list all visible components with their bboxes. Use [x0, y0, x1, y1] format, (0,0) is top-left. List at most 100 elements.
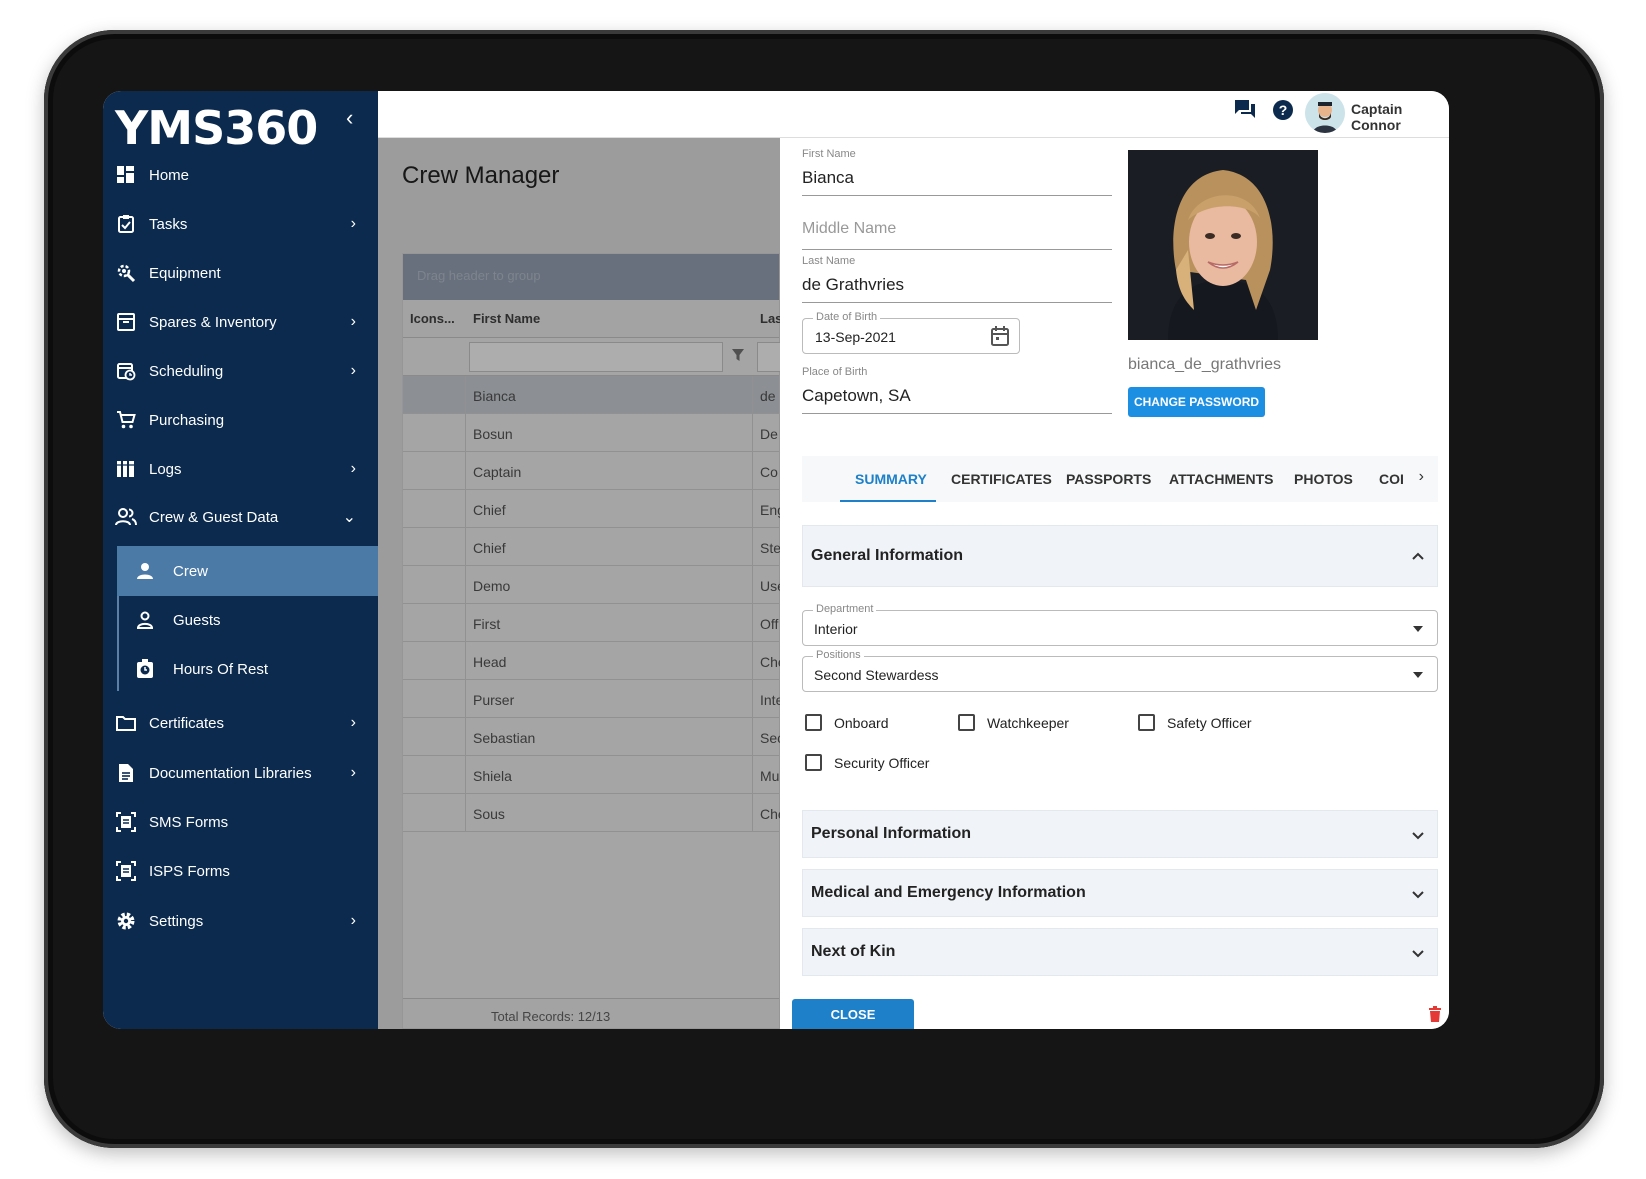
checkbox-box[interactable]: [805, 754, 822, 771]
books-icon: [103, 459, 143, 479]
form-icon: [103, 812, 143, 832]
sidebar-item-label: Certificates: [149, 714, 225, 732]
dashboard-icon: [103, 165, 143, 185]
sidebar-item-settings[interactable]: Settings ›: [103, 896, 378, 946]
dropdown-caret-icon: [1413, 672, 1423, 678]
sidebar-item-certificates[interactable]: Certificates ›: [103, 698, 378, 748]
chat-icon[interactable]: [1234, 99, 1256, 124]
personal-information-header[interactable]: Personal Information: [802, 810, 1438, 858]
sidebar-item-tasks[interactable]: Tasks ›: [103, 199, 378, 249]
avatar[interactable]: [1305, 93, 1345, 133]
last-name-field[interactable]: Last Name de Grathvries: [802, 255, 1112, 303]
checkbox-label: Watchkeeper: [987, 714, 1069, 731]
watchkeeper-checkbox[interactable]: Watchkeeper: [958, 714, 1069, 731]
app-logo: YMS360: [115, 101, 318, 155]
date-of-birth-field[interactable]: Date of Birth 13-Sep-2021: [802, 311, 1020, 354]
sidebar-item-label: Scheduling: [149, 362, 224, 380]
sidebar-item-label: Spares & Inventory: [149, 313, 277, 331]
delete-icon[interactable]: [1428, 1006, 1442, 1027]
sidebar-item-documentation-libraries[interactable]: Documentation Libraries ›: [103, 748, 378, 798]
field-label: Last Name: [802, 255, 856, 267]
person-outline-icon: [123, 611, 167, 629]
sidebar-item-isps-forms[interactable]: ISPS Forms: [103, 846, 378, 896]
sidebar-item-spares-inventory[interactable]: Spares & Inventory ›: [103, 297, 378, 347]
section-title: Next of Kin: [811, 943, 896, 960]
calendar-icon[interactable]: [991, 326, 1009, 351]
modal-overlay[interactable]: [378, 138, 780, 1029]
sidebar-item-sms-forms[interactable]: SMS Forms: [103, 797, 378, 847]
sidebar-item-label: ISPS Forms: [149, 862, 230, 880]
section-title: General Information: [811, 547, 964, 564]
cart-icon: [103, 410, 143, 430]
field-label: Positions: [813, 649, 864, 661]
checkbox-box[interactable]: [1138, 714, 1155, 731]
collapse-sidebar-icon[interactable]: ‹: [346, 105, 353, 131]
place-of-birth-value: Capetown, SA: [802, 386, 911, 405]
sidebar-item-scheduling[interactable]: Scheduling ›: [103, 346, 378, 396]
chevron-right-icon: ›: [350, 912, 356, 929]
first-name-value: Bianca: [802, 168, 854, 187]
department-select[interactable]: Department Interior: [802, 603, 1438, 646]
checkbox-box[interactable]: [805, 714, 822, 731]
sidebar-item-logs[interactable]: Logs ›: [103, 444, 378, 494]
sidebar-subitem-label: Guests: [173, 611, 221, 629]
onboard-checkbox[interactable]: Onboard: [805, 714, 888, 731]
clipboard-check-icon: [103, 214, 143, 234]
date-of-birth-value: 13-Sep-2021: [815, 329, 896, 345]
tab-passports[interactable]: PASSPORTS: [1066, 471, 1151, 487]
chevron-right-icon: ›: [350, 764, 356, 781]
stopwatch-icon: [123, 659, 167, 679]
sidebar-item-home[interactable]: Home: [103, 150, 378, 200]
tab-certificates[interactable]: CERTIFICATES: [951, 471, 1052, 487]
chevron-right-icon: ›: [350, 714, 356, 731]
sidebar-subitem-hours-of-rest[interactable]: Hours Of Rest: [117, 644, 378, 694]
sidebar-item-label: Documentation Libraries: [149, 764, 312, 782]
sidebar-item-crew-guest-data[interactable]: Crew & Guest Data ⌄: [103, 492, 378, 542]
chevron-down-icon: ⌄: [342, 509, 356, 526]
form-icon: [103, 861, 143, 881]
crew-photo[interactable]: [1128, 150, 1318, 340]
medical-emergency-information-header[interactable]: Medical and Emergency Information: [802, 869, 1438, 917]
safety-officer-checkbox[interactable]: Safety Officer: [1138, 714, 1252, 731]
sidebar-subitem-crew[interactable]: Crew: [117, 546, 378, 596]
sidebar-item-label: Settings: [149, 912, 204, 930]
document-icon: [103, 763, 143, 783]
sidebar-subitem-label: Hours Of Rest: [173, 660, 269, 678]
first-name-field[interactable]: First Name Bianca: [802, 148, 1112, 196]
middle-name-field[interactable]: Middle Name: [802, 210, 1112, 250]
checkbox-label: Onboard: [834, 714, 889, 731]
person-icon: [123, 562, 167, 580]
tab-photos[interactable]: PHOTOS: [1294, 471, 1353, 487]
place-of-birth-field[interactable]: Place of Birth Capetown, SA: [802, 366, 1112, 414]
positions-select[interactable]: Positions Second Stewardess: [802, 649, 1438, 692]
tab-bar: SUMMARY CERTIFICATES PASSPORTS ATTACHMEN…: [802, 456, 1438, 502]
next-of-kin-header[interactable]: Next of Kin: [802, 928, 1438, 976]
sidebar-item-equipment[interactable]: Equipment: [103, 248, 378, 298]
change-password-button[interactable]: CHANGE PASSWORD: [1128, 387, 1265, 417]
sidebar-subitem-guests[interactable]: Guests: [117, 595, 378, 645]
sidebar-item-label: Crew & Guest Data: [149, 508, 279, 526]
sidebar-item-purchasing[interactable]: Purchasing: [103, 395, 378, 445]
close-button[interactable]: CLOSE: [792, 999, 914, 1029]
gear-icon: [103, 911, 143, 931]
checkbox-box[interactable]: [958, 714, 975, 731]
top-bar: ? Captain Connor: [378, 91, 1449, 138]
help-icon[interactable]: ?: [1272, 99, 1294, 126]
field-label: First Name: [802, 148, 856, 160]
general-information-header[interactable]: General Information: [802, 525, 1438, 587]
sidebar-item-label: Logs: [149, 460, 182, 478]
tab-coi[interactable]: COI: [1379, 471, 1403, 487]
user-name[interactable]: Captain Connor: [1351, 101, 1449, 133]
section-title: Medical and Emergency Information: [811, 884, 1086, 901]
chevron-right-icon[interactable]: ›: [1419, 468, 1424, 486]
tab-summary[interactable]: SUMMARY: [855, 471, 927, 487]
chevron-right-icon: ›: [350, 215, 356, 232]
inventory-icon: [103, 312, 143, 332]
svg-text:?: ?: [1279, 102, 1288, 118]
tab-attachments[interactable]: ATTACHMENTS: [1169, 471, 1273, 487]
crew-detail-panel: First Name Bianca Middle Name Last Name …: [780, 138, 1449, 1029]
chevron-right-icon: ›: [350, 313, 356, 330]
positions-value: Second Stewardess: [814, 667, 939, 683]
security-officer-checkbox[interactable]: Security Officer: [805, 754, 929, 771]
people-icon: [103, 507, 143, 527]
